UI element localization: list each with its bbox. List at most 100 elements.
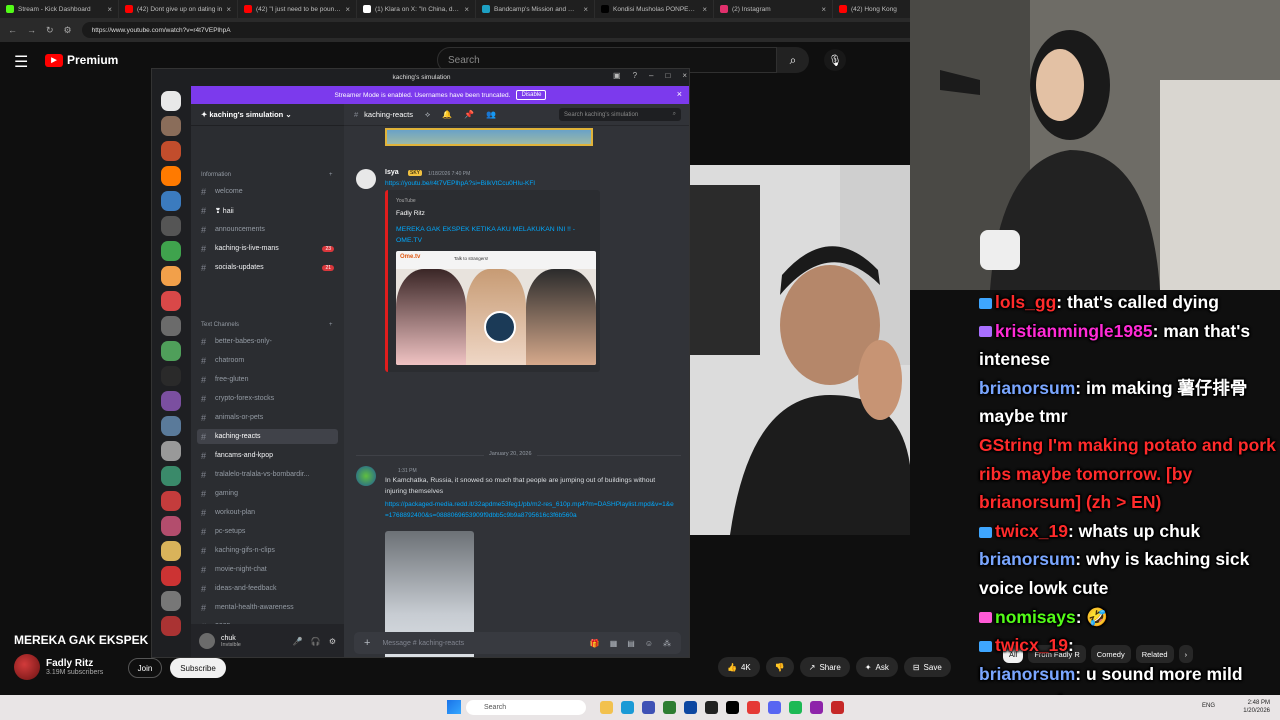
channel-category[interactable]: Information + xyxy=(201,172,333,178)
server-icon[interactable] xyxy=(161,291,181,311)
channel-item[interactable]: # pc-setups xyxy=(197,524,338,539)
maximize-icon[interactable]: □ xyxy=(665,71,670,80)
app-icon[interactable] xyxy=(831,701,844,714)
minimize-icon[interactable]: – xyxy=(649,71,653,80)
channel-item[interactable]: # chatroom xyxy=(197,353,338,368)
server-icon[interactable] xyxy=(161,391,181,411)
server-icon[interactable] xyxy=(161,166,181,186)
discord-icon[interactable] xyxy=(768,701,781,714)
site-info-icon[interactable]: ⚙ xyxy=(64,25,72,36)
gif-icon[interactable]: ▦ xyxy=(610,639,618,648)
tab-close-icon[interactable]: × xyxy=(226,5,231,14)
channel-item[interactable]: # socials-updates 21 xyxy=(197,260,338,275)
app-icon[interactable] xyxy=(684,701,697,714)
embed-author[interactable]: Fadly Ritz xyxy=(396,210,425,217)
tab-close-icon[interactable]: × xyxy=(464,5,469,14)
server-icon[interactable] xyxy=(161,316,181,336)
server-icon[interactable] xyxy=(161,216,181,236)
channel-item[interactable]: # ❣ haii xyxy=(197,203,338,218)
avatar[interactable] xyxy=(356,466,376,486)
server-header[interactable]: ✦ kaching's simulation ⌄ xyxy=(191,104,344,126)
taskbar-search[interactable]: Search xyxy=(466,700,586,715)
channel-item[interactable]: # gaming xyxy=(197,486,338,501)
video-thumbnail[interactable]: Ome.tv Talk to strangers! xyxy=(396,251,596,365)
save-button[interactable]: ⊟ Save xyxy=(903,657,951,677)
microphone-icon[interactable]: 🎙 xyxy=(824,49,846,71)
pin-icon[interactable]: 📌 xyxy=(464,110,474,119)
disable-streamer-mode-button[interactable]: Disable xyxy=(516,90,547,100)
server-icon[interactable] xyxy=(161,616,181,636)
obs-icon[interactable] xyxy=(705,701,718,714)
members-icon[interactable]: 👥 xyxy=(486,110,496,119)
photos-icon[interactable] xyxy=(663,701,676,714)
like-button[interactable]: 👍 4K xyxy=(718,657,760,677)
edge-icon[interactable] xyxy=(621,701,634,714)
sticker-icon[interactable]: ▤ xyxy=(627,639,635,648)
embed-title[interactable]: MEREKA GAK EKSPEK KETIKA AKU MELAKUKAN I… xyxy=(396,224,596,246)
browser-tab[interactable]: (1) Klara on X: "In China, drivi × xyxy=(357,0,476,18)
add-channel-icon[interactable]: + xyxy=(329,172,333,178)
browser-tab[interactable]: (2) Instagram × xyxy=(714,0,833,18)
reload-icon[interactable]: ↻ xyxy=(46,25,54,36)
avatar[interactable] xyxy=(356,169,376,189)
start-icon[interactable] xyxy=(447,700,461,714)
menu-icon[interactable]: ☰ xyxy=(14,52,28,72)
back-icon[interactable]: ← xyxy=(8,25,17,35)
channel-item[interactable]: # better-babes-only- xyxy=(197,334,338,349)
channel-item[interactable]: # movie-night-chat xyxy=(197,562,338,577)
server-icon[interactable] xyxy=(161,141,181,161)
close-icon[interactable]: × xyxy=(682,71,687,80)
subscribe-button[interactable]: Subscribe xyxy=(170,658,226,678)
channel-item[interactable]: # free-gluten xyxy=(197,372,338,387)
dislike-button[interactable]: 👎 xyxy=(765,657,794,677)
server-icon[interactable] xyxy=(161,591,181,611)
channel-item[interactable]: # workout-plan xyxy=(197,505,338,520)
channel-item[interactable]: # kaching-gifs-n-clips xyxy=(197,543,338,558)
mute-icon[interactable]: 🎤 xyxy=(293,637,303,646)
channel-item[interactable]: # tralalelo-tralala-vs-bombardir... xyxy=(197,467,338,482)
server-icon[interactable] xyxy=(161,491,181,511)
help-icon[interactable]: ? xyxy=(633,71,637,80)
threads-icon[interactable]: ⟡ xyxy=(425,110,430,120)
chrome-icon[interactable] xyxy=(747,701,760,714)
gift-icon[interactable]: 🎁 xyxy=(590,639,600,648)
server-icon[interactable] xyxy=(161,116,181,136)
store-icon[interactable] xyxy=(642,701,655,714)
message-composer[interactable]: + Message # kaching-reacts 🎁 ▦ ▤ ☺ ⁂ xyxy=(354,632,681,654)
channel-item[interactable]: # crypto-forex-stocks xyxy=(197,391,338,406)
server-icon[interactable] xyxy=(161,191,181,211)
avatar[interactable] xyxy=(199,633,215,649)
server-icon[interactable] xyxy=(161,441,181,461)
browser-tab[interactable]: Kondisi Musholas PONPES Al K × xyxy=(595,0,714,18)
video-player-webcam[interactable] xyxy=(690,165,910,535)
file-explorer-icon[interactable] xyxy=(600,701,613,714)
channel-item[interactable]: # fancams-and-kpop xyxy=(197,448,338,463)
tab-close-icon[interactable]: × xyxy=(583,5,588,14)
tab-close-icon[interactable]: × xyxy=(345,5,350,14)
message-link[interactable]: https://packaged-media.redd.it/32apdme53… xyxy=(385,499,675,521)
server-icon[interactable] xyxy=(161,466,181,486)
channel-item[interactable]: # announcements xyxy=(197,222,338,237)
ask-button[interactable]: ✦ Ask xyxy=(855,657,898,677)
server-icon[interactable] xyxy=(161,541,181,561)
browser-tab[interactable]: Bandcamp's Mission and Our A × xyxy=(476,0,595,18)
channel-item[interactable]: # welcome xyxy=(197,184,338,199)
server-icon[interactable] xyxy=(161,341,181,361)
channel-item[interactable]: # ideas-and-feedback xyxy=(197,581,338,596)
server-icon[interactable] xyxy=(161,266,181,286)
search-button[interactable]: ⌕ xyxy=(777,47,809,73)
clock[interactable]: 2:48 PM 1/20/2026 xyxy=(1243,699,1270,715)
tab-close-icon[interactable]: × xyxy=(702,5,707,14)
server-icon[interactable] xyxy=(161,241,181,261)
server-icon[interactable] xyxy=(161,91,181,111)
apps-icon[interactable]: ⁂ xyxy=(663,639,671,648)
server-icon[interactable] xyxy=(161,566,181,586)
spotify-icon[interactable] xyxy=(789,701,802,714)
language-indicator[interactable]: ENG xyxy=(1202,703,1215,709)
search-input[interactable]: Search kaching's simulation ⌕ xyxy=(559,108,681,121)
tab-close-icon[interactable]: × xyxy=(107,5,112,14)
channel-category[interactable]: Text Channels + xyxy=(201,322,333,328)
emoji-icon[interactable]: ☺ xyxy=(645,639,653,648)
settings-icon[interactable]: ⚙ xyxy=(329,637,336,646)
server-icon[interactable] xyxy=(161,416,181,436)
